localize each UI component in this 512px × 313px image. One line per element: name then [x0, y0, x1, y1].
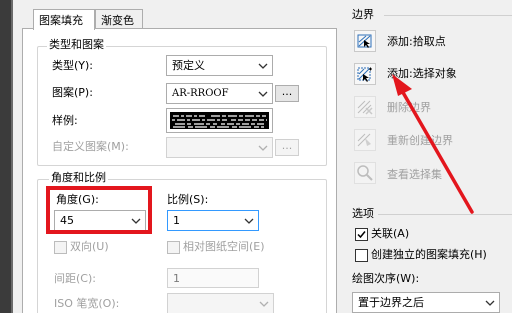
- tab-hatch-label: 图案填充: [39, 14, 83, 27]
- annotation-arrow: [392, 74, 474, 214]
- tab-hatch[interactable]: 图案填充: [33, 9, 95, 30]
